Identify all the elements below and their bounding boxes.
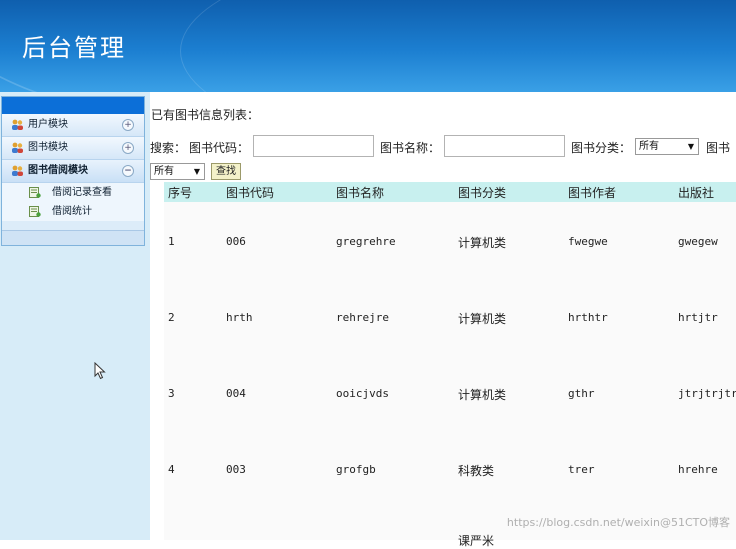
users-icon xyxy=(12,142,23,153)
search-button[interactable]: 查找 xyxy=(211,163,241,180)
table-cell: gwegew xyxy=(678,235,718,248)
mouse-cursor-icon xyxy=(94,362,106,380)
table-cell: 计算机类 xyxy=(458,312,507,326)
main-content: 已有图书信息列表： 搜索： 图书代码： 图书名称： 图书分类： 所有 ▼ 图书 … xyxy=(150,92,736,548)
code-label: 图书代码： xyxy=(189,141,250,155)
author-label: 图书 xyxy=(706,141,731,155)
table-cell: ooicjvds xyxy=(336,387,389,400)
sidebar-item-borrow-module[interactable]: 图书借阅模块 − xyxy=(2,160,144,183)
watermark: https://blog.csdn.net/weixin@51CTO博客 xyxy=(506,516,730,529)
table-cell: hrth xyxy=(226,311,253,324)
table-cell: fwegwe xyxy=(568,235,608,248)
collapse-icon[interactable]: − xyxy=(122,165,134,177)
column-header: 图书分类 xyxy=(458,186,507,200)
expand-icon[interactable]: + xyxy=(122,142,134,154)
dropdown-arrow-icon: ▼ xyxy=(193,167,200,176)
users-icon xyxy=(12,119,23,130)
table-cell: 计算机类 xyxy=(458,236,507,250)
record-icon xyxy=(29,206,41,217)
list-title: 已有图书信息列表： xyxy=(151,108,260,122)
table-cell: 003 xyxy=(226,463,246,476)
name-label: 图书名称： xyxy=(380,141,441,155)
table-cell: 006 xyxy=(226,235,246,248)
sidebar-header-bar xyxy=(2,97,144,114)
table-cell: rehrejre xyxy=(336,311,389,324)
table-cell: 课严米 xyxy=(458,534,495,548)
column-header: 图书作者 xyxy=(568,186,617,200)
author-select[interactable]: 所有 ▼ xyxy=(150,163,205,180)
sidebar: 用户模块 + 图书模块 + 图书借阅模块 − 借阅记录查看 借阅统计 xyxy=(0,92,150,540)
book-name-input[interactable] xyxy=(444,135,565,157)
table-cell: hrtjtr xyxy=(678,311,718,324)
table-cell: jtrjtrjtr xyxy=(678,387,736,400)
expand-icon[interactable]: + xyxy=(122,119,134,131)
table-cell: gregrehre xyxy=(336,235,396,248)
sidebar-subitem-label: 借阅统计 xyxy=(52,206,92,217)
table-cell: gthr xyxy=(568,387,595,400)
sidebar-subitem-borrow-records[interactable]: 借阅记录查看 xyxy=(2,183,144,202)
table-cell: hrthtr xyxy=(568,311,608,324)
table-cell: 2 xyxy=(168,311,175,324)
sidebar-menu: 用户模块 + 图书模块 + 图书借阅模块 − 借阅记录查看 借阅统计 xyxy=(1,96,145,246)
sidebar-item-user-module[interactable]: 用户模块 + xyxy=(2,114,144,137)
table-cell: 004 xyxy=(226,387,246,400)
table-cell: 3 xyxy=(168,387,175,400)
table-cell: hrehre xyxy=(678,463,718,476)
table-cell: 计算机类 xyxy=(458,388,507,402)
page-title: 后台管理 xyxy=(22,34,126,62)
table-body xyxy=(164,202,736,540)
search-label: 搜索： xyxy=(150,141,187,155)
sidebar-item-label: 图书借阅模块 xyxy=(28,165,88,176)
table-cell: grofgb xyxy=(336,463,376,476)
column-header: 出版社 xyxy=(678,186,715,200)
table-cell: 科教类 xyxy=(458,464,495,478)
author-select-value: 所有 xyxy=(154,166,174,177)
dropdown-arrow-icon: ▼ xyxy=(687,142,694,151)
record-icon xyxy=(29,187,41,198)
table-cell: 1 xyxy=(168,235,175,248)
sidebar-item-label: 用户模块 xyxy=(28,119,68,130)
sidebar-subitem-borrow-stats[interactable]: 借阅统计 xyxy=(2,202,144,221)
users-icon xyxy=(12,165,23,176)
table-cell: 4 xyxy=(168,463,175,476)
sidebar-subitem-label: 借阅记录查看 xyxy=(52,187,112,198)
table-cell: trer xyxy=(568,463,595,476)
sidebar-item-book-module[interactable]: 图书模块 + xyxy=(2,137,144,160)
category-label: 图书分类： xyxy=(571,141,632,155)
category-select-value: 所有 xyxy=(639,141,659,152)
category-select[interactable]: 所有 ▼ xyxy=(635,138,699,155)
column-header: 图书代码 xyxy=(226,186,275,200)
column-header: 序号 xyxy=(168,186,193,200)
column-header: 图书名称 xyxy=(336,186,385,200)
book-code-input[interactable] xyxy=(253,135,374,157)
table-header: 序号 图书代码 图书名称 图书分类 图书作者 出版社 xyxy=(164,182,736,202)
sidebar-item-label: 图书模块 xyxy=(28,142,68,153)
header-banner: 后台管理 xyxy=(0,0,736,92)
sidebar-footer-bar xyxy=(2,230,144,245)
